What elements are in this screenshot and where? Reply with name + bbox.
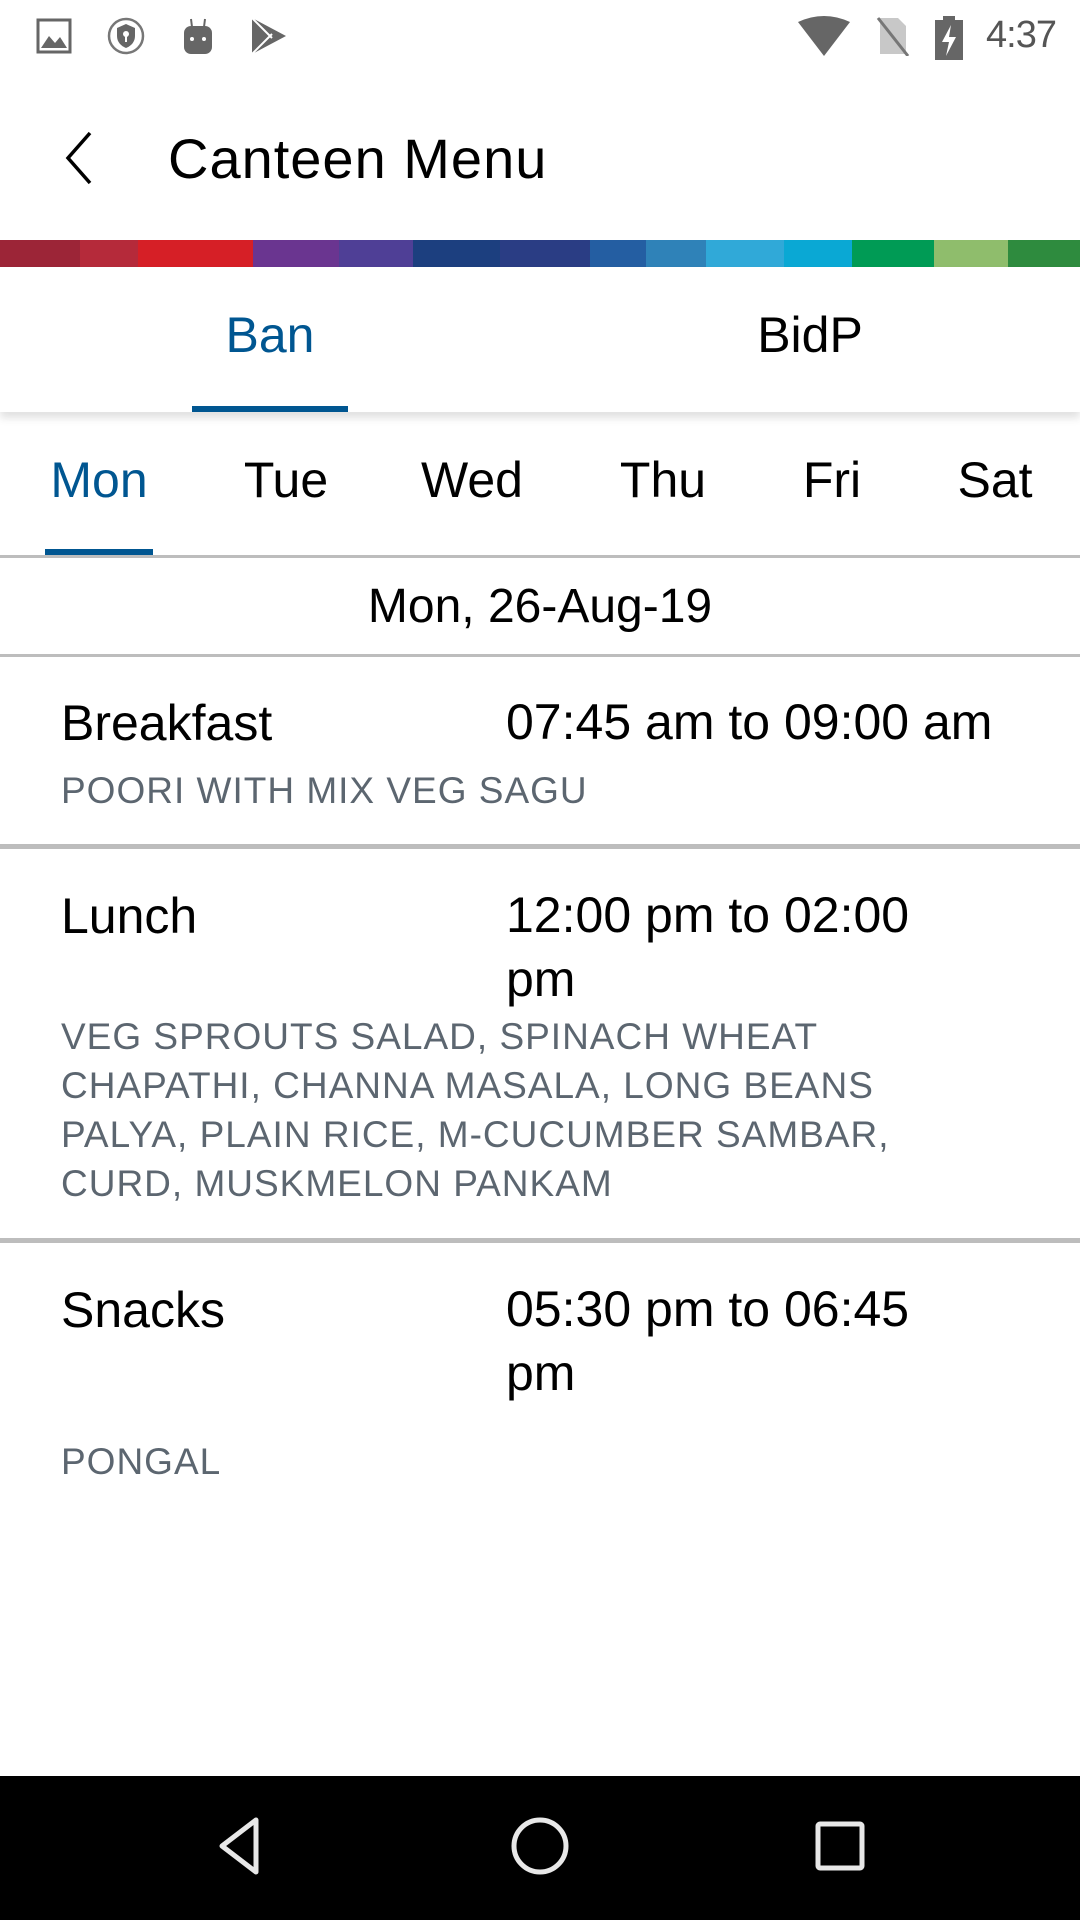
active-tab-indicator: [192, 406, 348, 412]
selected-date: Mon, 26-Aug-19: [0, 558, 1080, 657]
tab-label: Sat: [957, 451, 1033, 508]
meal-name: Breakfast: [61, 695, 273, 751]
clock: 4:37: [986, 14, 1057, 56]
chevron-left-icon: [60, 128, 100, 193]
tab-day-fri[interactable]: Fri: [780, 412, 884, 555]
recents-square-icon: [810, 1816, 870, 1881]
stripe-segment: [784, 240, 853, 267]
meal-time: 07:45 am to 09:00 am: [506, 694, 993, 750]
system-recents-button[interactable]: [800, 1808, 880, 1888]
app-bar: Canteen Menu: [0, 80, 1080, 240]
tab-label: Fri: [802, 451, 862, 508]
back-button[interactable]: [40, 120, 120, 200]
no-sim-icon: [872, 16, 912, 57]
vpn-shield-icon: [106, 16, 146, 56]
meal-card-lunch: Lunch 12:00 pm to 02:00 pm VEG SPROUTS S…: [0, 849, 1080, 1239]
back-triangle-icon: [210, 1814, 270, 1883]
page-title: Canteen Menu: [168, 127, 548, 190]
tab-label: BidP: [757, 306, 863, 363]
stripe-segment: [79, 240, 139, 267]
meal-card-breakfast: Breakfast 07:45 am to 09:00 am POORI WIT…: [0, 660, 1080, 844]
meal-name: Lunch: [61, 888, 198, 944]
wifi-icon: [796, 16, 852, 56]
stripe-segment: [706, 240, 785, 267]
meal-items: POORI WITH MIX VEG SAGU: [61, 770, 588, 811]
tab-location-ban[interactable]: Ban: [0, 267, 540, 412]
tab-label: Thu: [619, 451, 707, 508]
meal-time: 05:30 pm to 06:45 pm: [506, 1281, 910, 1401]
system-home-button[interactable]: [500, 1808, 580, 1888]
stripe-segment: [589, 240, 647, 267]
stripe-segment: [252, 240, 339, 267]
brand-color-stripe: [0, 240, 1080, 267]
tab-day-wed[interactable]: Wed: [402, 412, 542, 555]
tab-day-tue[interactable]: Tue: [226, 412, 346, 555]
location-tabs: Ban BidP: [0, 267, 1080, 412]
stripe-segment: [500, 240, 590, 267]
status-bar: 4:37: [0, 0, 1080, 72]
tab-day-thu[interactable]: Thu: [598, 412, 728, 555]
stripe-segment: [646, 240, 707, 267]
stripe-segment: [934, 240, 1009, 267]
stripe-segment: [1008, 240, 1080, 267]
meal-name: Snacks: [61, 1282, 225, 1338]
home-circle-icon: [508, 1814, 572, 1883]
tab-day-sat[interactable]: Sat: [940, 412, 1050, 555]
system-back-button[interactable]: [200, 1808, 280, 1888]
day-tabs: Mon Tue Wed Thu Fri Sat: [0, 412, 1080, 558]
tab-label: Mon: [50, 451, 148, 508]
meal-items: PONGAL: [61, 1441, 222, 1482]
meal-items: VEG SPROUTS SALAD, SPINACH WHEAT CHAPATH…: [61, 1016, 890, 1204]
play-store-icon: [248, 16, 288, 56]
tab-location-bidp[interactable]: BidP: [540, 267, 1080, 412]
meal-time: 12:00 pm to 02:00 pm: [506, 887, 910, 1007]
tab-label: Tue: [243, 451, 329, 508]
gallery-icon: [34, 16, 74, 56]
system-navigation-bar: [0, 1776, 1080, 1920]
battery-charging-icon: [934, 16, 964, 60]
stripe-segment: [412, 240, 501, 267]
tab-day-mon[interactable]: Mon: [45, 412, 153, 555]
meal-card-snacks: Snacks 05:30 pm to 06:45 pm PONGAL: [0, 1243, 1080, 1543]
stripe-segment: [0, 240, 80, 267]
android-bot-icon: [178, 16, 218, 56]
stripe-segment: [138, 240, 253, 267]
active-tab-indicator: [45, 549, 153, 555]
stripe-segment: [852, 240, 935, 267]
tab-label: Wed: [421, 451, 523, 508]
stripe-segment: [338, 240, 413, 267]
tab-label: Ban: [225, 306, 315, 363]
